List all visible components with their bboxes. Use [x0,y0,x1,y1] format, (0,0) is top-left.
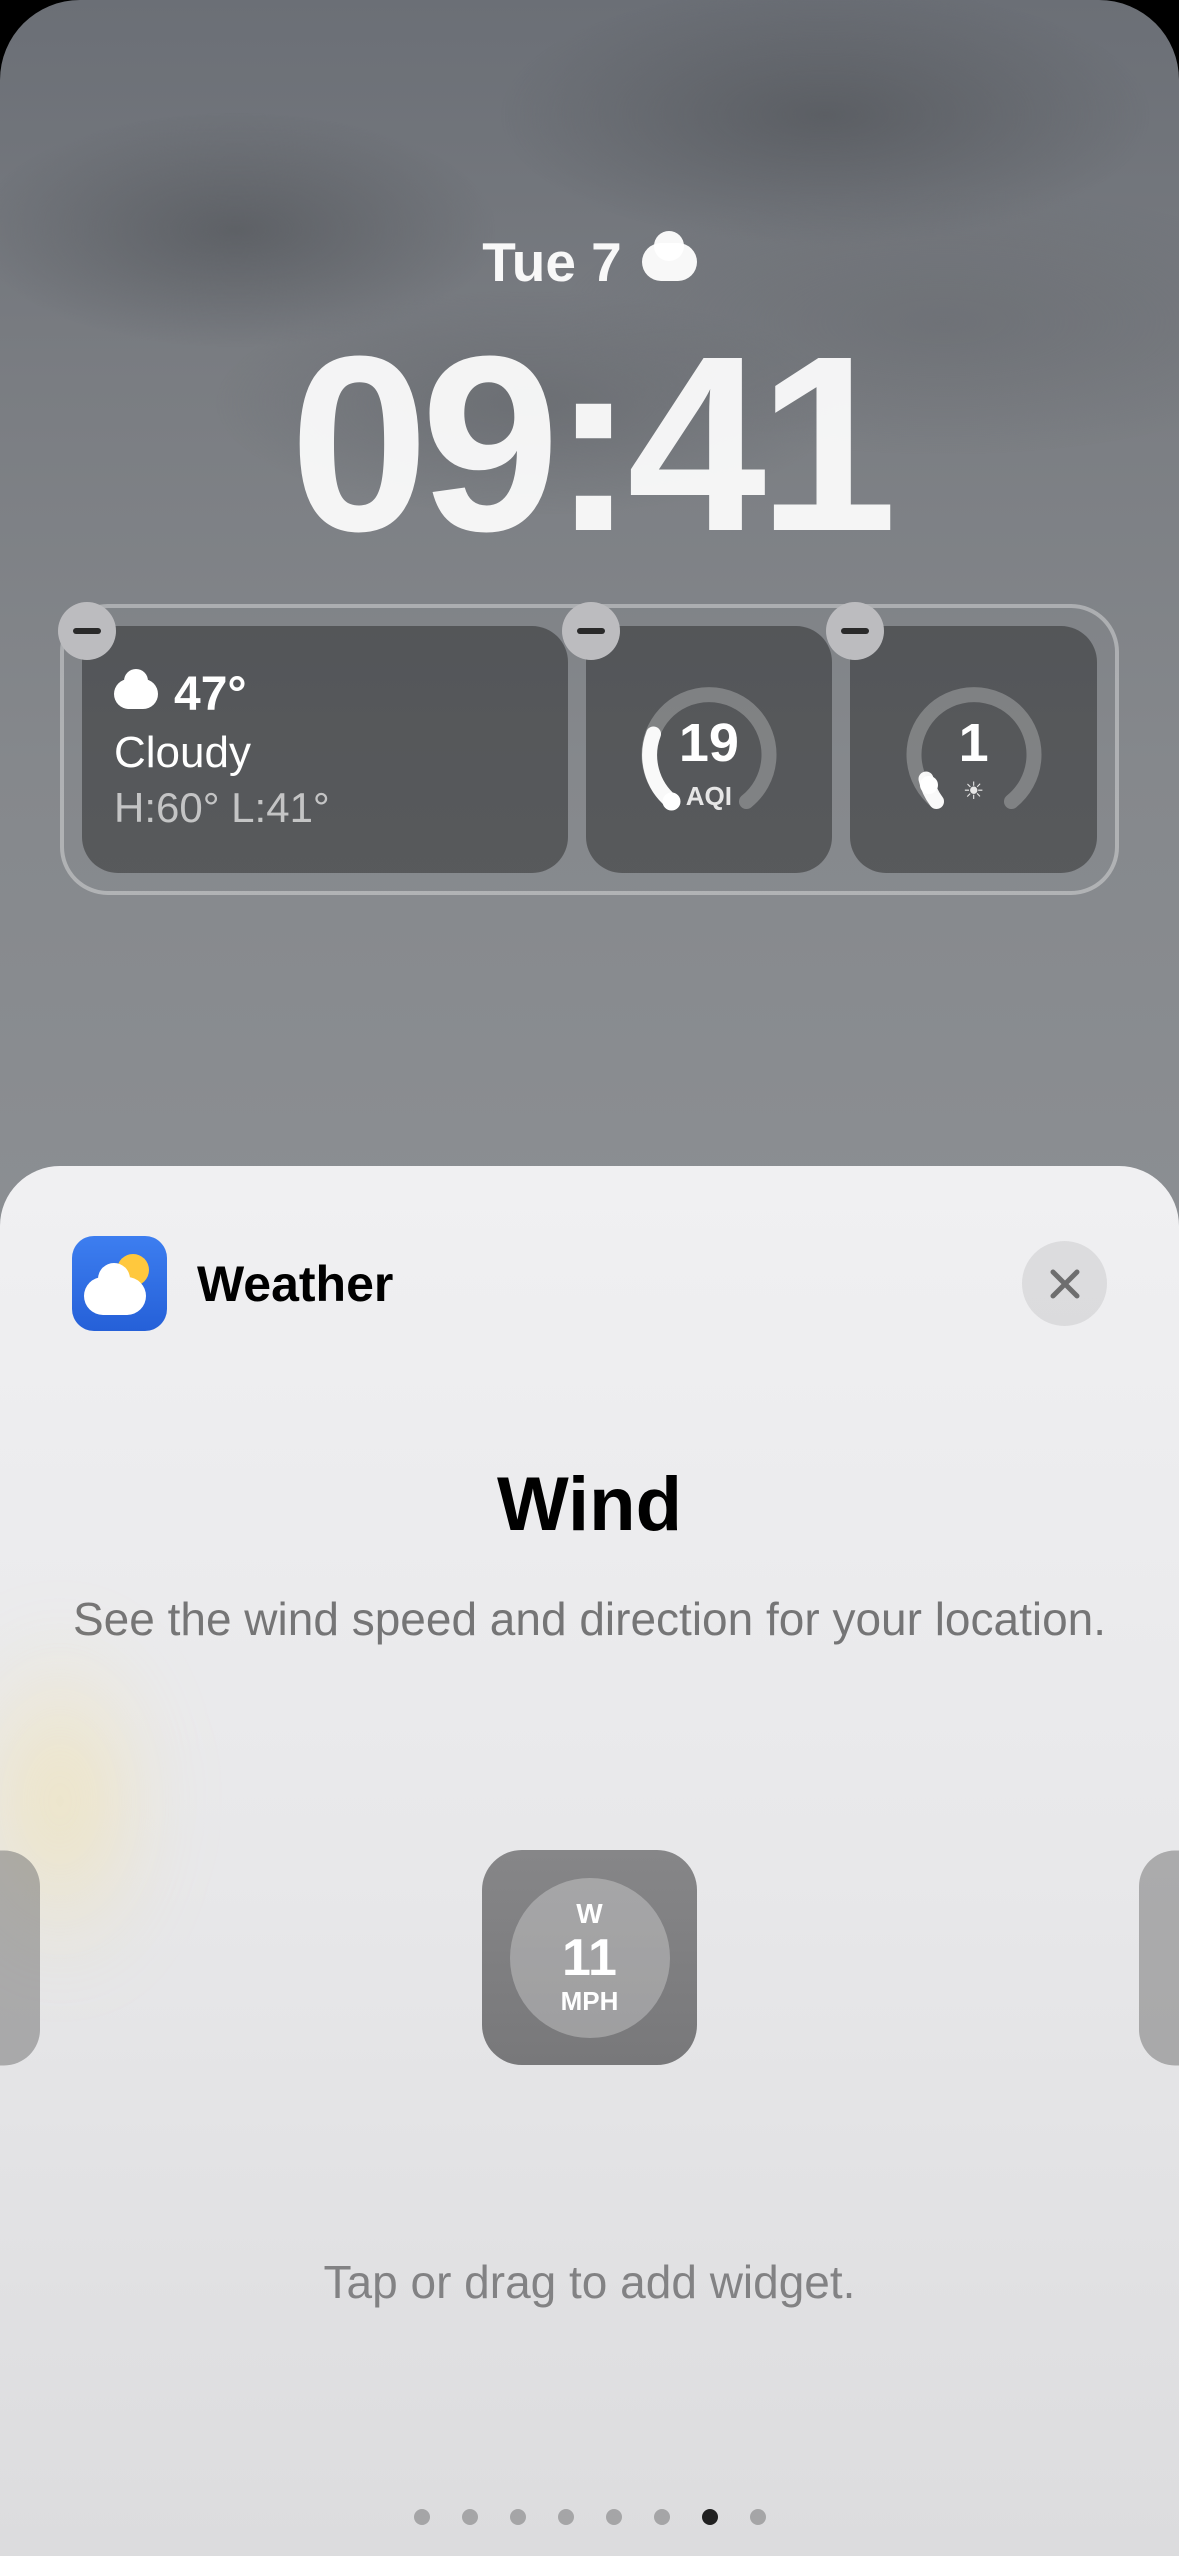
high-low-text: H:60° L:41° [114,784,536,832]
aqi-label: AQI [686,781,732,812]
date-row[interactable]: Tue 7 [0,230,1179,294]
remove-weather-button[interactable] [58,602,116,660]
page-dot[interactable] [414,2509,430,2525]
uv-widget[interactable]: 1 ☀ [850,626,1097,873]
page-indicator[interactable] [72,2509,1107,2525]
page-dot[interactable] [750,2509,766,2525]
condition-text: Cloudy [114,728,536,778]
page-dot[interactable] [654,2509,670,2525]
wind-direction: W [576,1898,602,1930]
cloud-icon [84,1277,146,1315]
previous-widget-peek[interactable] [0,1850,40,2065]
page-dot[interactable] [462,2509,478,2525]
cloud-icon [114,679,158,709]
widget-type-description: See the wind speed and direction for you… [72,1588,1107,1650]
wind-speed: 11 [562,1932,617,1984]
sheet-header: Weather [72,1236,1107,1331]
sun-icon: ☀ [963,777,985,806]
date-text: Tue 7 [482,230,622,294]
aqi-widget[interactable]: 19 AQI [586,626,833,873]
lock-screen: Tue 7 09:41 47° Cloudy H:60° L:41° [0,0,1179,895]
app-name: Weather [197,1255,393,1313]
app-info: Weather [72,1236,393,1331]
widget-picker-sheet: Weather Wind See the wind speed and dire… [0,1166,1179,2556]
page-dot[interactable] [606,2509,622,2525]
weather-widget[interactable]: 47° Cloudy H:60° L:41° [82,626,568,873]
remove-uv-button[interactable] [826,602,884,660]
next-widget-peek[interactable] [1139,1850,1179,2065]
widget-tray: 47° Cloudy H:60° L:41° 19 AQI [60,604,1119,895]
cloud-icon [642,243,697,281]
weather-app-icon [72,1236,167,1331]
wind-compass: W 11 MPH [510,1878,670,2038]
page-dot[interactable] [510,2509,526,2525]
temperature: 47° [174,667,247,722]
uv-gauge: 1 ☀ [899,674,1049,824]
time-text[interactable]: 09:41 [0,319,1179,569]
widget-preview-carousel[interactable]: W 11 MPH [72,1850,1107,2065]
aqi-value: 19 [679,712,739,774]
remove-aqi-button[interactable] [562,602,620,660]
widget-type-title: Wind [72,1461,1107,1548]
close-button[interactable] [1022,1241,1107,1326]
page-dot[interactable] [558,2509,574,2525]
wind-unit: MPH [561,1986,619,2017]
uv-value: 1 [959,712,989,774]
wind-widget-preview[interactable]: W 11 MPH [482,1850,697,2065]
aqi-gauge: 19 AQI [634,674,784,824]
hint-text: Tap or drag to add widget. [72,2255,1107,2309]
page-dot[interactable] [702,2509,718,2525]
